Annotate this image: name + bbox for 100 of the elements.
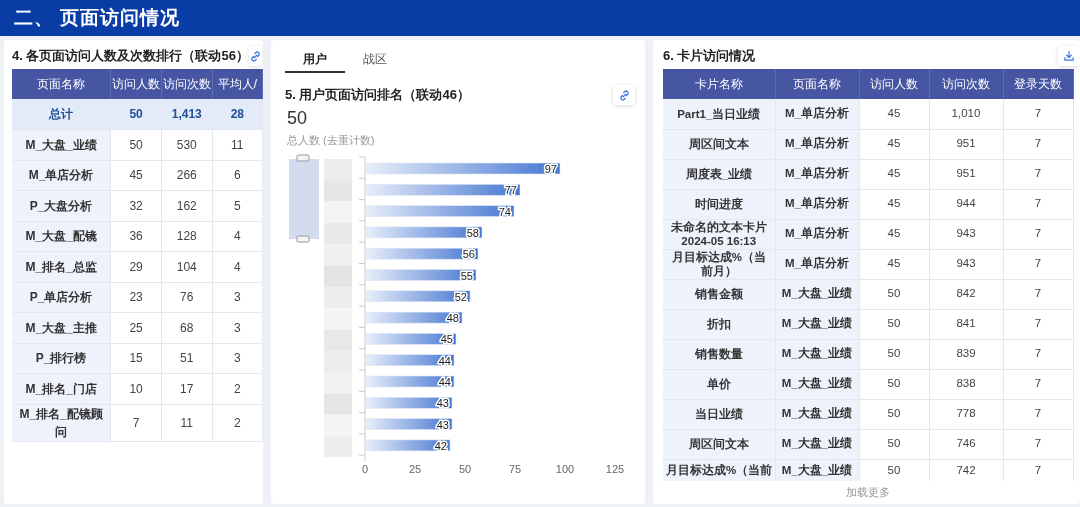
table-cell: 838 — [929, 369, 1003, 399]
table-cell: 周区间文本 — [663, 129, 775, 159]
table-cell: 7 — [1003, 279, 1073, 309]
table-cell: 1,010 — [929, 99, 1003, 129]
table-cell: 周区间文本 — [663, 429, 775, 459]
tick-label: 25 — [408, 462, 422, 475]
tab[interactable]: 战区 — [345, 46, 405, 73]
table-cell: M_大盘_业绩 — [775, 429, 859, 459]
table-cell: 7 — [1003, 129, 1073, 159]
data-label: 55 — [460, 269, 473, 281]
table-cell: 单价 — [663, 369, 775, 399]
table-cell: 162 — [161, 190, 213, 221]
table-cell: 530 — [161, 129, 213, 160]
table-cell: M_排名_配镜顾问 — [12, 404, 111, 441]
table-cell: 时间进度 — [663, 189, 775, 219]
table-cell: M_排名_总监 — [12, 251, 111, 282]
table-cell: 50 — [859, 459, 929, 481]
table-cell: 11 — [161, 404, 213, 441]
table-cell: 7 — [1003, 369, 1073, 399]
table-cell: 7 — [1003, 189, 1073, 219]
table-cell: 周度表_业绩 — [663, 159, 775, 189]
tick-label: 75 — [508, 462, 522, 475]
table-cell: M_大盘_配镜 — [12, 221, 111, 252]
table-cell: 总计 — [12, 99, 111, 130]
column-header: 登录天数 — [1003, 69, 1073, 99]
table-cell: 943 — [929, 249, 1003, 279]
table-cell: 839 — [929, 339, 1003, 369]
download-icon — [1063, 50, 1075, 62]
table-cell: 104 — [161, 251, 213, 282]
table-cell: 17 — [161, 373, 213, 404]
table-cell: 28 — [212, 99, 263, 130]
data-label: 43 — [436, 396, 449, 409]
table-cell: 25 — [110, 312, 162, 343]
table-cell: 50 — [859, 369, 929, 399]
table-cell: M_大盘_主推 — [12, 312, 111, 343]
panel-title: 4. 各页面访问人数及次数排行（联动56） — [12, 47, 249, 66]
table-cell: 5 — [212, 190, 263, 221]
link-icon — [617, 88, 631, 102]
data-label: 45 — [440, 332, 453, 345]
table-cell: 7 — [1003, 99, 1073, 129]
column-header: 卡片名称 — [663, 69, 775, 99]
table-cell: 23 — [110, 282, 162, 313]
table-cell: 50 — [859, 279, 929, 309]
table-cell: 50 — [110, 129, 162, 160]
data-label: 74 — [498, 205, 511, 218]
table-cell: 7 — [1003, 309, 1073, 339]
table-cell: 45 — [859, 99, 929, 129]
table-cell: 未命名的文本卡片 2024-05 16:13 — [663, 219, 775, 249]
table-cell: M_大盘_业绩 — [775, 399, 859, 429]
link-button[interactable] — [613, 85, 635, 105]
data-label: 97 — [544, 162, 557, 175]
data-label: 43 — [436, 418, 449, 431]
table-cell: 951 — [929, 129, 1003, 159]
table-cell: 11 — [212, 129, 263, 160]
table-cell: M_单店分析 — [775, 99, 859, 129]
table-cell: 36 — [110, 221, 162, 252]
table-cell: M_单店分析 — [775, 129, 859, 159]
table-cell: 7 — [1003, 429, 1073, 459]
table-cell: 45 — [859, 159, 929, 189]
table-cell: 7 — [1003, 399, 1073, 429]
data-label: 44 — [438, 354, 451, 367]
table-cell: 76 — [161, 282, 213, 313]
table-cell: M_单店分析 — [775, 159, 859, 189]
table-cell: 45 — [110, 160, 162, 191]
total-value: 50 — [287, 107, 309, 130]
table-cell: 266 — [161, 160, 213, 191]
table-cell: 2 — [212, 404, 263, 441]
table-cell: 50 — [859, 399, 929, 429]
table-cell: 944 — [929, 189, 1003, 219]
column-header: 访问人数 — [859, 69, 929, 99]
table-cell: M_大盘_业绩 — [775, 279, 859, 309]
table-cell: 4 — [212, 221, 263, 252]
table-cell: 7 — [1003, 219, 1073, 249]
table-cell: M_大盘_业绩 — [775, 369, 859, 399]
table-cell: 50 — [859, 309, 929, 339]
tick-label: 100 — [555, 462, 575, 475]
table-cell: M_单店分析 — [775, 249, 859, 279]
download-button[interactable] — [1058, 46, 1080, 66]
table-cell: 841 — [929, 309, 1003, 339]
tick-label: 50 — [458, 462, 472, 475]
table-cell: 45 — [859, 189, 929, 219]
table-cell: M_排名_门店 — [12, 373, 111, 404]
data-label: 77 — [504, 183, 517, 196]
table-cell: 销售金额 — [663, 279, 775, 309]
table-cell: M_单店分析 — [12, 160, 111, 191]
data-label: 52 — [454, 290, 467, 303]
zoom-slider[interactable] — [289, 154, 319, 242]
section-title: 二、 页面访问情况 — [14, 5, 181, 30]
table-cell: 45 — [859, 249, 929, 279]
tab[interactable]: 用户 — [285, 46, 345, 73]
link-button[interactable] — [248, 46, 262, 66]
table-cell: P_大盘分析 — [12, 190, 111, 221]
table-cell: 746 — [929, 429, 1003, 459]
data-label: 48 — [446, 311, 459, 324]
table-cell: 月目标达成%（当前月） — [663, 249, 775, 279]
table-cell: 7 — [110, 404, 162, 441]
tick-label: 0 — [361, 462, 369, 475]
table-cell: P_排行榜 — [12, 343, 111, 374]
table-cell: 842 — [929, 279, 1003, 309]
table-cell: 29 — [110, 251, 162, 282]
